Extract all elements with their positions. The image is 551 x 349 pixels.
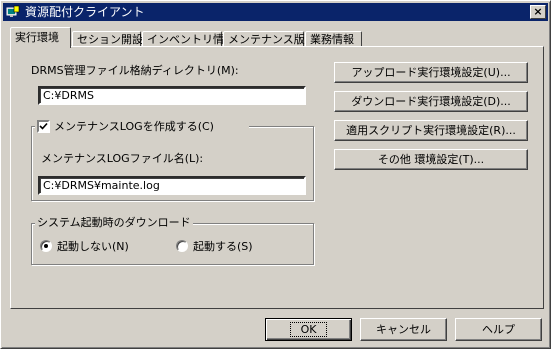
startup-no-radio[interactable] xyxy=(40,240,52,252)
startup-download-group-label: システム起動時のダウンロード xyxy=(35,216,193,229)
script-settings-button[interactable]: 適用スクリプト実行環境設定(R)... xyxy=(334,120,528,141)
maintenance-log-checkbox-label[interactable]: メンテナンスLOGを作成する(C) xyxy=(54,120,214,133)
help-button[interactable]: ヘルプ xyxy=(455,318,542,341)
tab-label: インベントリ情報 xyxy=(147,33,235,46)
upload-settings-button[interactable]: アップロード実行環境設定(U)... xyxy=(334,62,528,83)
close-icon: × xyxy=(533,5,543,18)
app-icon xyxy=(6,5,20,17)
checkmark-icon xyxy=(39,122,48,130)
window-title: 資源配付クライアント xyxy=(25,5,145,19)
download-settings-button[interactable]: ダウンロード実行環境設定(D)... xyxy=(334,91,528,112)
startup-yes-label[interactable]: 起動する(S) xyxy=(193,240,253,253)
close-button[interactable]: × xyxy=(530,5,546,19)
dialog-window: 資源配付クライアント × 実行環境 セション開設 インベントリ情報 メンテナンス… xyxy=(0,0,551,349)
tab-business-info[interactable]: 業務情報 xyxy=(305,31,362,47)
ok-button-label: OK xyxy=(289,322,328,337)
radio-selected-dot xyxy=(44,244,48,248)
maintenance-log-header: メンテナンスLOGを作成する(C) xyxy=(35,119,249,134)
tab-label: 業務情報 xyxy=(310,33,354,46)
maintenance-log-file-label: メンテナンスLOGファイル名(L): xyxy=(41,152,204,165)
tab-label: メンテナンス版数 xyxy=(228,33,316,46)
maintenance-log-checkbox[interactable] xyxy=(37,120,50,133)
drms-dir-input[interactable] xyxy=(38,86,306,105)
tab-label: 実行環境 xyxy=(15,31,59,44)
tab-label: セション開設 xyxy=(77,33,143,46)
drms-dir-label: DRMS管理ファイル格納ディレクトリ(M): xyxy=(31,64,239,77)
startup-no-label[interactable]: 起動しない(N) xyxy=(57,240,129,253)
other-settings-button[interactable]: その他 環境設定(T)... xyxy=(334,149,528,170)
maintenance-log-file-input[interactable] xyxy=(38,176,306,195)
ok-button[interactable]: OK xyxy=(265,318,352,341)
title-bar[interactable]: 資源配付クライアント × xyxy=(3,3,548,21)
tab-session-open[interactable]: セション開設 xyxy=(72,31,143,47)
tab-inventory-info[interactable]: インベントリ情報 xyxy=(142,31,235,47)
cancel-button[interactable]: キャンセル xyxy=(360,318,447,341)
startup-yes-radio[interactable] xyxy=(176,240,188,252)
tab-maintenance-version[interactable]: メンテナンス版数 xyxy=(223,31,316,47)
tab-execution-env[interactable]: 実行環境 xyxy=(10,27,71,48)
